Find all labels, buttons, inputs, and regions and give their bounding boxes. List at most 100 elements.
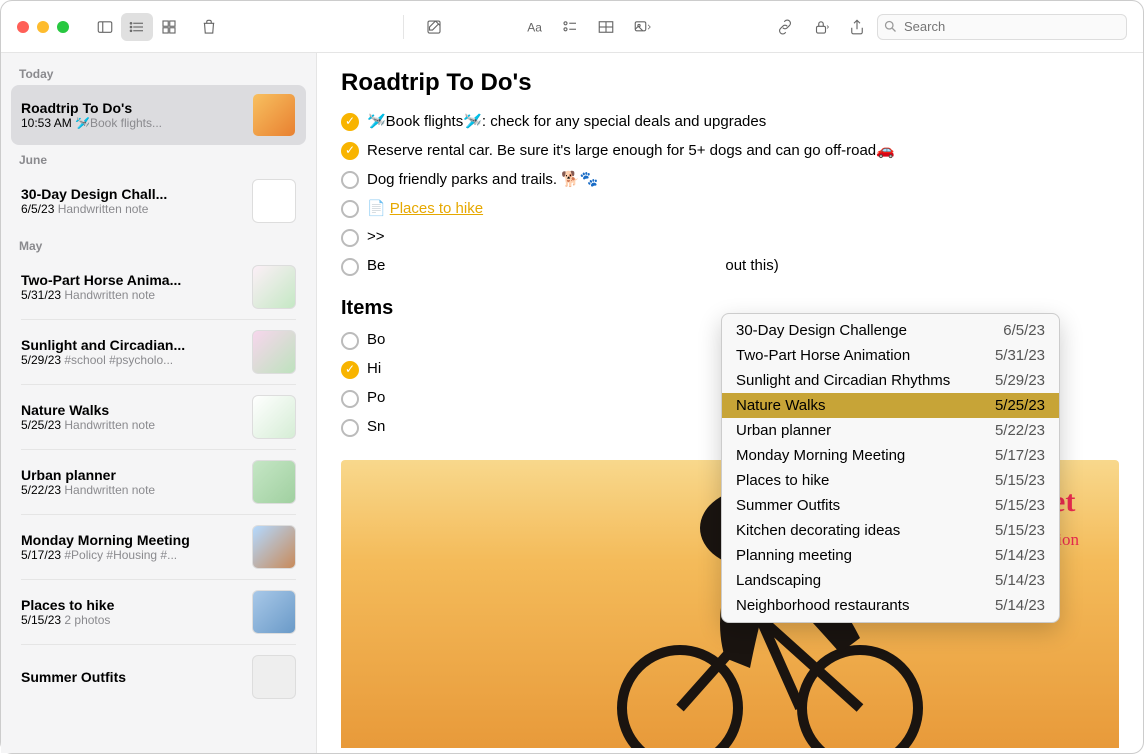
suggestion-name: Places to hike — [736, 472, 829, 489]
suggestion-name: Neighborhood restaurants — [736, 597, 909, 614]
suggestion-item[interactable]: Neighborhood restaurants5/14/23 — [722, 593, 1059, 618]
checklist-item[interactable]: Dog friendly parks and trails. 🐕🐾 — [341, 165, 1119, 194]
note-title[interactable]: Roadtrip To Do's — [341, 69, 1119, 97]
checklist-text[interactable]: >> — [367, 228, 1119, 245]
checklist-item[interactable]: 📄Places to hike — [341, 194, 1119, 223]
note-item-thumbnail — [252, 93, 296, 137]
suggestion-date: 5/31/23 — [995, 347, 1045, 364]
grid-view-button[interactable] — [153, 13, 185, 41]
checklist-item[interactable]: 🛩️Book flights🛩️: check for any special … — [341, 107, 1119, 136]
search-input[interactable] — [877, 14, 1127, 40]
sidebar-section-header: June — [11, 145, 306, 171]
toggle-sidebar-button[interactable] — [89, 13, 121, 41]
suggestion-item[interactable]: Sunlight and Circadian Rhythms5/29/23 — [722, 368, 1059, 393]
share-button[interactable] — [841, 13, 873, 41]
sidebar-note-item[interactable]: Roadtrip To Do's10:53 AM 🛩️Book flights.… — [11, 85, 306, 145]
checkbox[interactable] — [341, 142, 359, 160]
table-button[interactable] — [590, 13, 622, 41]
suggestion-date: 5/15/23 — [995, 522, 1045, 539]
new-note-button[interactable] — [418, 13, 450, 41]
suggestion-name: Planning meeting — [736, 547, 852, 564]
suggestion-date: 5/25/23 — [995, 397, 1045, 414]
window-controls — [17, 21, 69, 33]
suggestion-item[interactable]: Kitchen decorating ideas 5/15/23 — [722, 518, 1059, 543]
suggestion-item[interactable]: Nature Walks5/25/23 — [722, 393, 1059, 418]
sidebar-note-item[interactable]: Urban planner5/22/23 Handwritten note — [11, 452, 306, 512]
titlebar: Aa — [1, 1, 1143, 53]
note-item-meta: 5/22/23 Handwritten note — [21, 483, 242, 497]
checklist-item[interactable]: >> — [341, 223, 1119, 252]
note-item-title: Roadtrip To Do's — [21, 100, 242, 116]
checkbox[interactable] — [341, 171, 359, 189]
checkbox[interactable] — [341, 361, 359, 379]
suggestion-item[interactable]: Places to hike 5/15/23 — [722, 468, 1059, 493]
suggestion-item[interactable]: Planning meeting 5/14/23 — [722, 543, 1059, 568]
note-item-meta: 5/15/23 2 photos — [21, 613, 242, 627]
checklist-text[interactable]: Beout this) — [367, 257, 1119, 274]
lock-button[interactable] — [805, 13, 837, 41]
suggestion-date: 5/29/23 — [995, 372, 1045, 389]
suggestion-name: Kitchen decorating ideas — [736, 522, 900, 539]
note-item-thumbnail — [252, 590, 296, 634]
checkbox[interactable] — [341, 419, 359, 437]
suggestion-date: 5/14/23 — [995, 547, 1045, 564]
checkbox[interactable] — [341, 229, 359, 247]
link-button[interactable] — [769, 13, 801, 41]
suggestion-item[interactable]: Summer Outfits5/15/23 — [722, 493, 1059, 518]
note-item-meta: 5/29/23 #school #psycholo... — [21, 353, 242, 367]
note-item-title: Monday Morning Meeting — [21, 532, 242, 548]
format-button[interactable]: Aa — [518, 13, 550, 41]
close-window-button[interactable] — [17, 21, 29, 33]
sidebar-note-item[interactable]: Monday Morning Meeting5/17/23 #Policy #H… — [11, 517, 306, 577]
note-item-title: Summer Outfits — [21, 669, 242, 685]
notes-sidebar[interactable]: TodayRoadtrip To Do's10:53 AM 🛩️Book fli… — [1, 53, 317, 753]
suggestion-item[interactable]: Monday Morning Meeting5/17/23 — [722, 443, 1059, 468]
suggestion-date: 6/5/23 — [1003, 322, 1045, 339]
sidebar-section-header: May — [11, 231, 306, 257]
checklist-item[interactable]: Beout this) — [341, 252, 1119, 281]
minimize-window-button[interactable] — [37, 21, 49, 33]
suggestion-name: 30-Day Design Challenge — [736, 322, 907, 339]
sidebar-note-item[interactable]: Sunlight and Circadian...5/29/23 #school… — [11, 322, 306, 382]
note-item-thumbnail — [252, 460, 296, 504]
sidebar-note-item[interactable]: Summer Outfits — [11, 647, 306, 707]
note-item-thumbnail — [252, 525, 296, 569]
note-editor[interactable]: Roadtrip To Do's 🛩️Book flights🛩️: check… — [317, 53, 1143, 753]
note-item-title: 30-Day Design Chall... — [21, 186, 242, 202]
suggestion-item[interactable]: 30-Day Design Challenge 6/5/23 — [722, 318, 1059, 343]
search-field[interactable] — [877, 14, 1127, 40]
checkbox[interactable] — [341, 113, 359, 131]
suggestion-item[interactable]: Two-Part Horse Animation5/31/23 — [722, 343, 1059, 368]
media-button[interactable] — [626, 13, 658, 41]
svg-text:Aa: Aa — [527, 20, 542, 34]
note-item-thumbnail — [252, 330, 296, 374]
checkbox[interactable] — [341, 332, 359, 350]
suggestion-date: 5/15/23 — [995, 472, 1045, 489]
checklist-text[interactable]: Reserve rental car. Be sure it's large e… — [367, 141, 1119, 159]
suggestion-date: 5/22/23 — [995, 422, 1045, 439]
suggestion-item[interactable]: Urban planner5/22/23 — [722, 418, 1059, 443]
checklist-text[interactable]: 📄Places to hike — [367, 199, 1119, 217]
checklist-text[interactable]: Dog friendly parks and trails. 🐕🐾 — [367, 170, 1119, 188]
note-item-thumbnail — [252, 179, 296, 223]
maximize-window-button[interactable] — [57, 21, 69, 33]
suggestion-date: 5/14/23 — [995, 572, 1045, 589]
suggestion-item[interactable]: Landscaping5/14/23 — [722, 568, 1059, 593]
sidebar-note-item[interactable]: Places to hike5/15/23 2 photos — [11, 582, 306, 642]
note-item-title: Nature Walks — [21, 402, 242, 418]
sidebar-note-item[interactable]: Two-Part Horse Anima...5/31/23 Handwritt… — [11, 257, 306, 317]
delete-button[interactable] — [193, 13, 225, 41]
list-view-button[interactable] — [121, 13, 153, 41]
checklist-button[interactable] — [554, 13, 586, 41]
checklist-item[interactable]: Reserve rental car. Be sure it's large e… — [341, 136, 1119, 165]
checklist-text[interactable]: 🛩️Book flights🛩️: check for any special … — [367, 112, 1119, 130]
note-item-title: Two-Part Horse Anima... — [21, 272, 242, 288]
suggestion-name: Summer Outfits — [736, 497, 840, 514]
note-item-meta: 6/5/23 Handwritten note — [21, 202, 242, 216]
sidebar-note-item[interactable]: 30-Day Design Chall...6/5/23 Handwritten… — [11, 171, 306, 231]
checkbox[interactable] — [341, 200, 359, 218]
link-suggestion-popup[interactable]: 30-Day Design Challenge 6/5/23 Two-Part Ho… — [721, 313, 1060, 623]
checkbox[interactable] — [341, 258, 359, 276]
checkbox[interactable] — [341, 390, 359, 408]
sidebar-note-item[interactable]: Nature Walks5/25/23 Handwritten note — [11, 387, 306, 447]
